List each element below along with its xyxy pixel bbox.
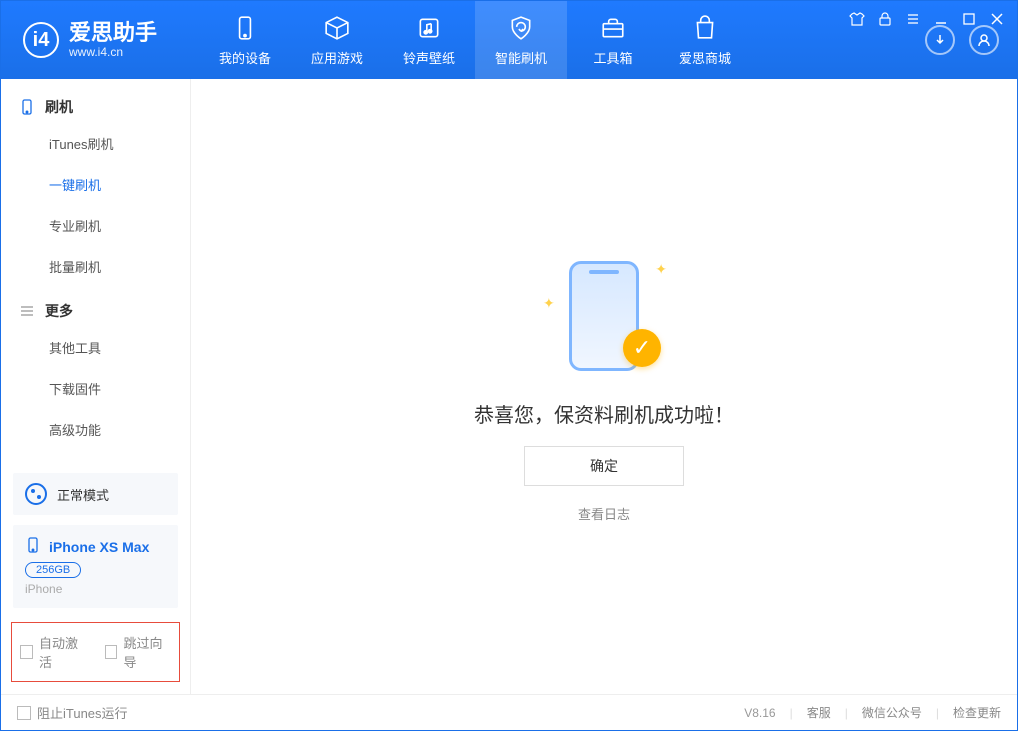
mode-label: 正常模式 [57, 485, 109, 504]
tab-label: 工具箱 [594, 48, 633, 67]
view-log-link[interactable]: 查看日志 [578, 504, 630, 523]
success-illustration: ✓ ✦ ✦ [539, 251, 669, 381]
toolbox-icon [599, 14, 627, 42]
sidebar-group-title: 刷机 [45, 97, 73, 117]
window-controls [849, 11, 1005, 27]
tab-label: 我的设备 [219, 48, 271, 67]
tab-ringtones[interactable]: 铃声壁纸 [383, 1, 475, 79]
tab-label: 铃声壁纸 [403, 48, 455, 67]
checkmark-icon: ✓ [623, 329, 661, 367]
tab-store[interactable]: 爱思商城 [659, 1, 751, 79]
checkbox-skip-guide[interactable]: 跳过向导 [105, 633, 172, 671]
download-button[interactable] [925, 25, 955, 55]
sidebar-item-batch-flash[interactable]: 批量刷机 [19, 246, 172, 287]
checkbox-label: 自动激活 [39, 633, 87, 671]
sidebar: 刷机 iTunes刷机 一键刷机 专业刷机 批量刷机 更多 其他工具 下载固件 … [1, 79, 191, 694]
device-card[interactable]: iPhone XS Max 256GB iPhone [13, 525, 178, 608]
phone-outline-icon [19, 99, 35, 115]
device-phone-icon [25, 537, 41, 556]
device-storage-badge: 256GB [25, 562, 81, 578]
sidebar-item-download-firmware[interactable]: 下载固件 [19, 368, 172, 409]
device-icon [231, 14, 259, 42]
success-message: 恭喜您，保资料刷机成功啦！ [474, 399, 734, 428]
main-tabs: 我的设备 应用游戏 铃声壁纸 智能刷机 工具箱 爱思商城 [199, 1, 751, 79]
tshirt-icon[interactable] [849, 11, 865, 27]
music-icon [415, 14, 443, 42]
refresh-shield-icon [507, 14, 535, 42]
user-button[interactable] [969, 25, 999, 55]
tab-toolbox[interactable]: 工具箱 [567, 1, 659, 79]
tab-label: 智能刷机 [495, 48, 547, 67]
sidebar-group-title: 更多 [45, 301, 73, 321]
ok-button[interactable]: 确定 [524, 446, 684, 486]
main-content: ✓ ✦ ✦ 恭喜您，保资料刷机成功啦！ 确定 查看日志 [191, 79, 1017, 694]
mode-card[interactable]: 正常模式 [13, 473, 178, 515]
bag-icon [691, 14, 719, 42]
lock-icon[interactable] [877, 11, 893, 27]
checkbox-label: 跳过向导 [123, 633, 171, 671]
app-url: www.i4.cn [69, 45, 157, 59]
tab-flash[interactable]: 智能刷机 [475, 1, 567, 79]
device-name: iPhone XS Max [49, 539, 149, 555]
logo-icon: i4 [23, 22, 59, 58]
menu-icon[interactable] [905, 11, 921, 27]
cube-icon [323, 14, 351, 42]
app-window: i4 爱思助手 www.i4.cn 我的设备 应用游戏 铃声壁纸 智能刷机 [0, 0, 1018, 731]
check-update-link[interactable]: 检查更新 [953, 704, 1001, 721]
customer-service-link[interactable]: 客服 [807, 704, 831, 721]
mode-icon [25, 483, 47, 505]
wechat-link[interactable]: 微信公众号 [862, 704, 922, 721]
sidebar-item-one-click-flash[interactable]: 一键刷机 [19, 164, 172, 205]
device-type: iPhone [25, 582, 166, 596]
tab-apps[interactable]: 应用游戏 [291, 1, 383, 79]
sidebar-item-itunes-flash[interactable]: iTunes刷机 [19, 123, 172, 164]
sidebar-group-more: 更多 [19, 301, 172, 321]
checkbox-block-itunes[interactable]: 阻止iTunes运行 [17, 703, 128, 722]
close-icon[interactable] [989, 11, 1005, 27]
maximize-icon[interactable] [961, 11, 977, 27]
tab-label: 爱思商城 [679, 48, 731, 67]
app-logo: i4 爱思助手 www.i4.cn [1, 21, 179, 59]
tab-my-device[interactable]: 我的设备 [199, 1, 291, 79]
sidebar-item-pro-flash[interactable]: 专业刷机 [19, 205, 172, 246]
minimize-icon[interactable] [933, 11, 949, 27]
sidebar-group-flash: 刷机 [19, 97, 172, 117]
sidebar-item-advanced[interactable]: 高级功能 [19, 409, 172, 450]
app-name: 爱思助手 [69, 21, 157, 45]
options-highlighted-row: 自动激活 跳过向导 [11, 622, 180, 682]
list-icon [19, 303, 35, 319]
tab-label: 应用游戏 [311, 48, 363, 67]
sidebar-item-other-tools[interactable]: 其他工具 [19, 327, 172, 368]
checkbox-label: 阻止iTunes运行 [37, 703, 128, 722]
checkbox-auto-activate[interactable]: 自动激活 [20, 633, 87, 671]
status-bar: 阻止iTunes运行 V8.16 | 客服 | 微信公众号 | 检查更新 [1, 694, 1017, 730]
version-label: V8.16 [744, 706, 775, 720]
